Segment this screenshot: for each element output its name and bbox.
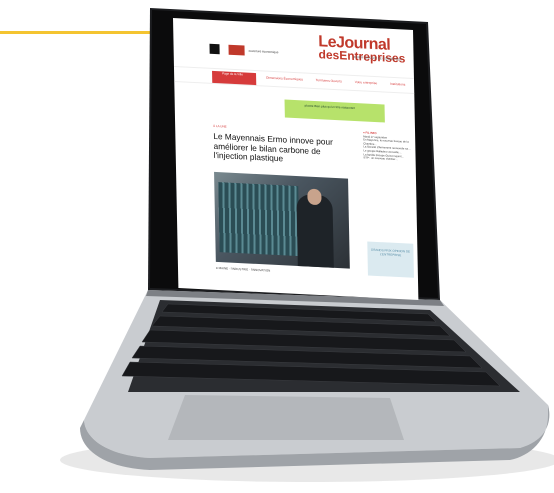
small-label: ouverture économique	[248, 48, 279, 55]
headline-kicker: À LA UNE	[213, 123, 227, 129]
logo-mark	[209, 43, 220, 55]
site-title[interactable]: LeJournal desEntreprises	[318, 33, 418, 67]
news-sidebar: ● FIL INFO Mardi 17 septembre En Mayenne…	[363, 131, 412, 162]
nav-item[interactable]: Dimensions Économiques	[266, 76, 303, 82]
nav-item[interactable]: Votre entreprise	[355, 80, 378, 85]
photo-racks	[218, 182, 300, 257]
promo-box[interactable]: GRANDS PRIX OPINION DE L'ENTREPRISE	[367, 241, 414, 278]
advert-banner[interactable]: pluxee Bien plus qu'un titre restaurant	[284, 99, 385, 123]
nav-item[interactable]: Institutions	[390, 82, 405, 87]
photo-face	[307, 188, 322, 206]
logo-badge	[228, 44, 245, 56]
nav-item[interactable]: Territoires Ouverts	[316, 78, 342, 83]
article-headline[interactable]: Le Mayennais Ermo innove pour améliorer …	[213, 131, 344, 167]
nav-featured-button[interactable]: Page de la Ville	[212, 70, 257, 86]
nav-items: Dimensions Économiques Territoires Ouver…	[266, 76, 417, 88]
article-photo[interactable]	[214, 171, 350, 269]
advert-text: pluxee Bien plus qu'un titre restaurant	[304, 103, 355, 111]
website-screen: ouverture économique LeJournal desEntrep…	[173, 18, 419, 300]
photo-person	[296, 194, 334, 268]
article-caption: ● MAINE · l'INDUSTRIE · l'INNOVATION	[215, 265, 271, 273]
